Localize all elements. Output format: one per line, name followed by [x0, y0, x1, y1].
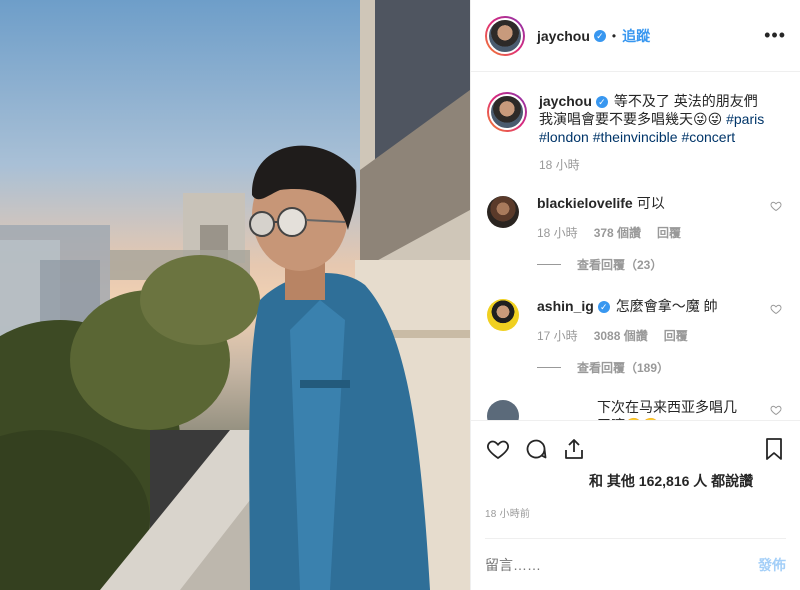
add-comment-bar: 發佈: [485, 538, 786, 590]
comment-like-heart-icon[interactable]: [770, 404, 782, 416]
reply-button[interactable]: 回覆: [657, 224, 681, 242]
verified-badge-icon: ✓: [597, 301, 610, 314]
post-side-panel: jaychou ✓ • 追蹤 ••• jaychou ✓ 等不及了 英法的朋友們 我…: [470, 0, 800, 590]
action-icons: [485, 429, 786, 469]
caption-time[interactable]: 18 小時: [539, 156, 580, 174]
follow-button[interactable]: 追蹤: [622, 26, 650, 46]
likes-count[interactable]: 和 其他 162,816 人 都說讚: [485, 469, 786, 491]
photo-illustration: [0, 0, 470, 590]
view-replies-label: 查看回覆（23）: [577, 258, 663, 272]
comment-text: 怎麼會拿～魔 帥: [615, 298, 718, 314]
comment-text: 下次在马来西亚多唱几天嘛🤪🤪: [597, 399, 737, 420]
comment-likes[interactable]: 378 個讚: [594, 224, 641, 242]
view-replies-button[interactable]: 查看回覆（189）: [537, 359, 784, 376]
commenter-avatar[interactable]: [487, 400, 519, 420]
comment-time[interactable]: 17 小時: [537, 327, 578, 345]
commenter-avatar[interactable]: [487, 196, 519, 228]
hashtag-theinvincible[interactable]: #theinvincible: [593, 129, 678, 145]
comments-list[interactable]: jaychou ✓ 等不及了 英法的朋友們 我演唱會要不要多唱幾天😜😜 #paris…: [471, 72, 800, 420]
replies-line: [537, 367, 561, 368]
instagram-post: jaychou ✓ • 追蹤 ••• jaychou ✓ 等不及了 英法的朋友們 我…: [0, 0, 800, 590]
post-actions: 和 其他 162,816 人 都說讚 18 小時前 發佈: [471, 420, 800, 590]
separator-dot: •: [611, 28, 617, 43]
commenter-username[interactable]: ashin_ig: [537, 298, 594, 314]
comment-item: 下次在马来西亚多唱几天嘛🤪🤪: [487, 398, 784, 420]
hashtag-paris[interactable]: #paris: [726, 111, 764, 127]
comment-time[interactable]: 18 小時: [537, 224, 578, 242]
comment-like-heart-icon[interactable]: [770, 303, 782, 315]
comment-icon[interactable]: [523, 437, 549, 461]
verified-badge-icon: ✓: [593, 29, 606, 42]
view-replies-label: 查看回覆（189）: [577, 361, 670, 375]
replies-line: [537, 264, 561, 265]
comment-item: blackielovelife 可以 18 小時 378 個讚 回覆: [487, 194, 784, 242]
view-replies-button[interactable]: 查看回覆（23）: [537, 256, 784, 273]
caption: jaychou ✓ 等不及了 英法的朋友們 我演唱會要不要多唱幾天😜😜 #paris…: [487, 92, 784, 174]
hashtag-london[interactable]: #london: [539, 129, 589, 145]
comment-item: ashin_ig ✓ 怎麼會拿～魔 帥 17 小時 3088 個讚 回覆: [487, 297, 784, 345]
share-icon[interactable]: [561, 437, 587, 461]
hashtag-concert[interactable]: #concert: [681, 129, 735, 145]
heart-icon[interactable]: [485, 437, 511, 461]
verified-badge-icon: ✓: [595, 96, 608, 109]
post-time-ago[interactable]: 18 小時前: [485, 505, 786, 520]
more-options-icon[interactable]: •••: [764, 25, 786, 46]
comment-likes[interactable]: 3088 個讚: [594, 327, 648, 345]
post-comment-button[interactable]: 發佈: [758, 555, 786, 575]
bookmark-icon[interactable]: [762, 436, 786, 462]
author-avatar[interactable]: [485, 15, 525, 56]
reply-button[interactable]: 回覆: [664, 327, 688, 345]
caption-avatar[interactable]: [487, 92, 527, 132]
comment-text: 可以: [636, 195, 665, 211]
comment-input[interactable]: [485, 556, 758, 573]
caption-username[interactable]: jaychou: [539, 93, 592, 109]
commenter-username[interactable]: blackielovelife: [537, 195, 633, 211]
comment-like-heart-icon[interactable]: [770, 200, 782, 212]
post-photo[interactable]: [0, 0, 470, 590]
post-header: jaychou ✓ • 追蹤 •••: [471, 0, 800, 72]
author-username[interactable]: jaychou: [537, 28, 590, 44]
commenter-avatar[interactable]: [487, 299, 519, 331]
